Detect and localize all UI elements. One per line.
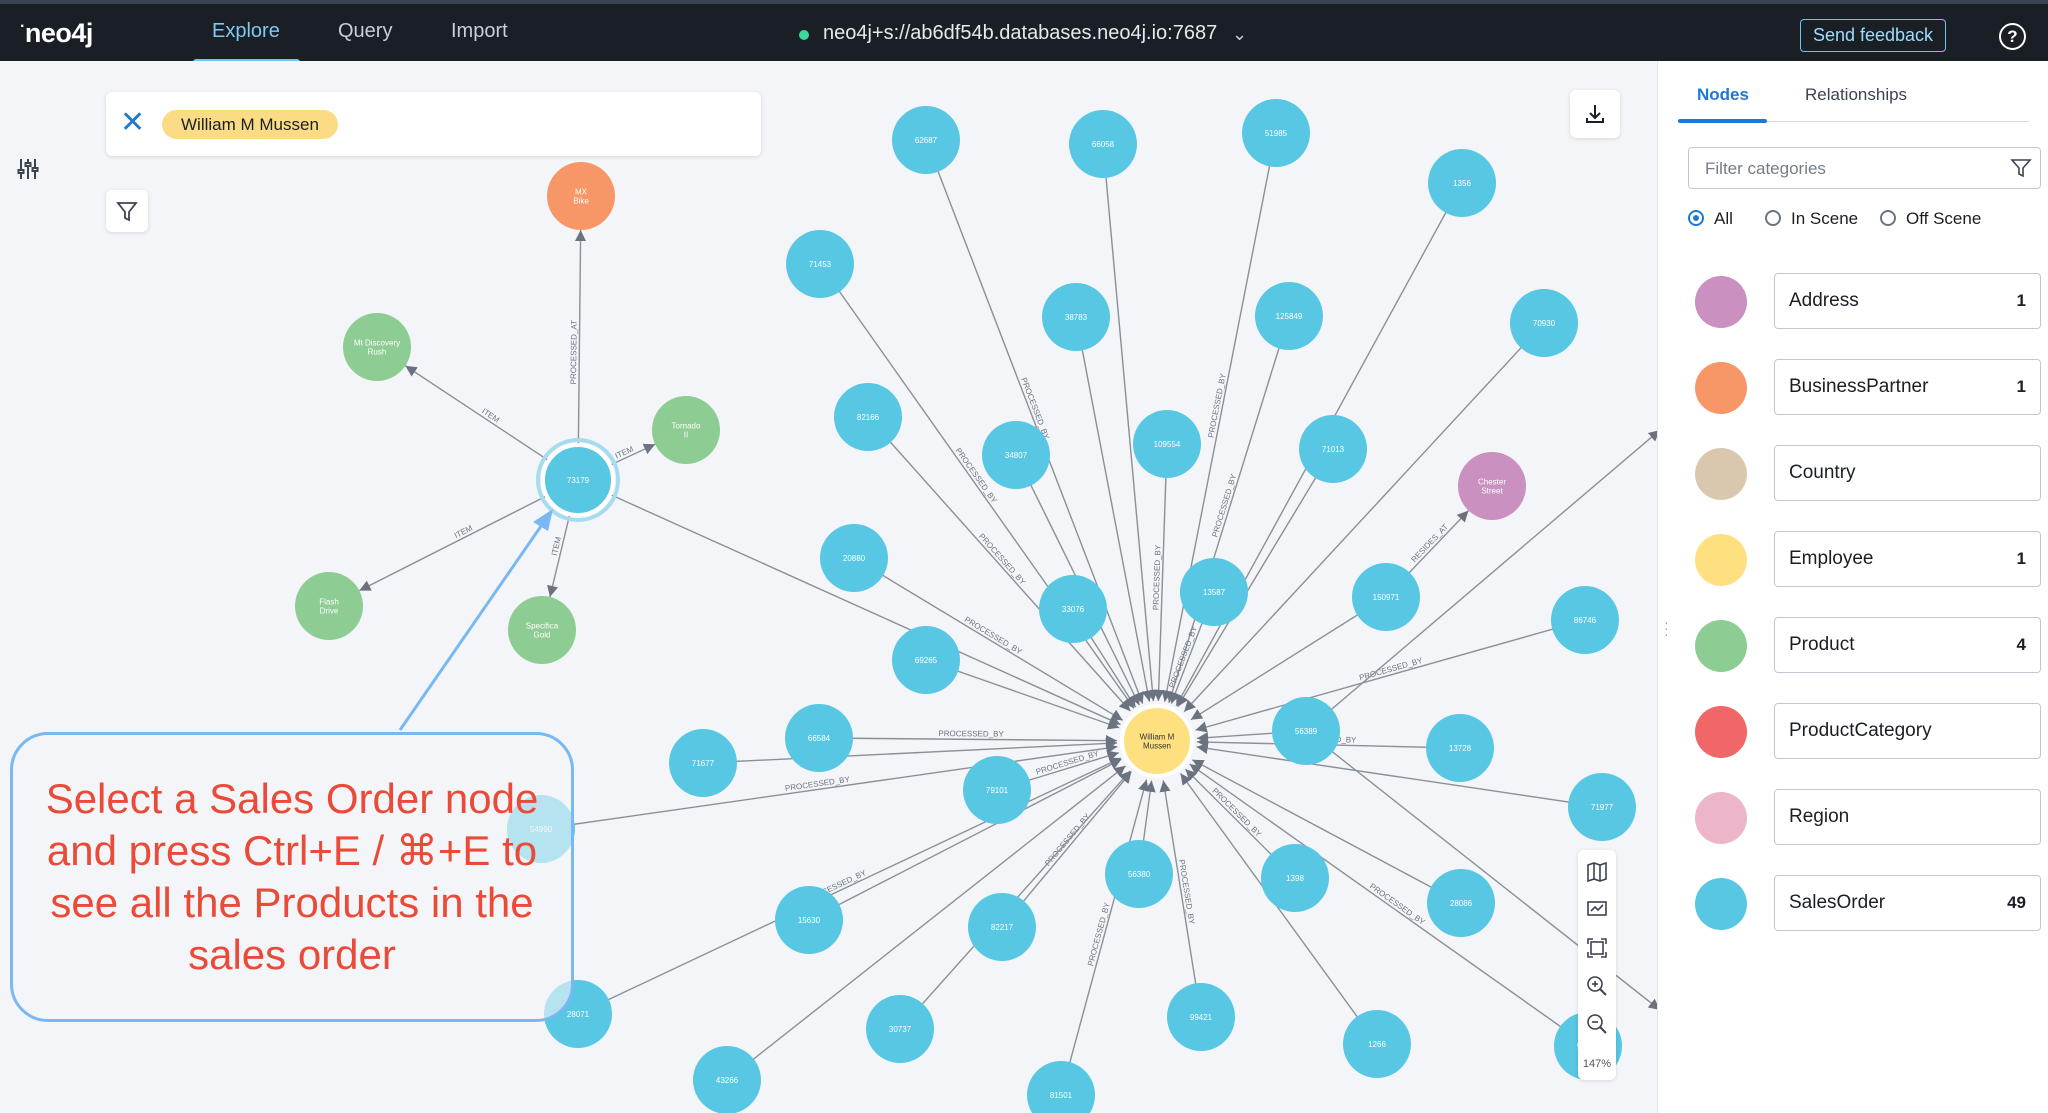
radio-label: Off Scene xyxy=(1906,209,1982,228)
category-color-swatch[interactable] xyxy=(1695,706,1747,758)
category-name: SalesOrder xyxy=(1789,892,1886,913)
filter-categories-field[interactable] xyxy=(1688,147,2041,189)
category-color-swatch[interactable] xyxy=(1695,792,1747,844)
category-row-productcategory[interactable]: ProductCategory xyxy=(1695,703,2041,759)
radio-label: All xyxy=(1714,209,1733,228)
category-count: 4 xyxy=(2016,635,2026,654)
category-box[interactable]: Product 4 xyxy=(1774,617,2041,673)
category-color-swatch[interactable] xyxy=(1695,362,1747,414)
callout-line: and press Ctrl+E / ⌘+E to xyxy=(46,827,538,874)
category-color-swatch[interactable] xyxy=(1695,276,1747,328)
category-name: Product xyxy=(1789,634,1855,655)
category-row-employee[interactable]: Employee 1 xyxy=(1695,531,2041,587)
category-count: 49 xyxy=(2007,893,2026,912)
radio-indicator[interactable] xyxy=(1688,210,1704,226)
radio-indicator[interactable] xyxy=(1765,210,1781,226)
category-row-product[interactable]: Product 4 xyxy=(1695,617,2041,673)
categories-panel: Nodes Relationships All In Scene Off Sce… xyxy=(1657,61,2048,1113)
category-box[interactable]: ProductCategory xyxy=(1774,703,2041,759)
category-box[interactable]: BusinessPartner 1 xyxy=(1774,359,2041,415)
category-row-country[interactable]: Country xyxy=(1695,445,2041,501)
category-row-address[interactable]: Address 1 xyxy=(1695,273,2041,329)
active-tab-indicator xyxy=(1678,119,1767,123)
category-box[interactable]: Employee 1 xyxy=(1774,531,2041,587)
radio-indicator[interactable] xyxy=(1880,210,1896,226)
category-name: Region xyxy=(1789,806,1850,827)
category-name: ProductCategory xyxy=(1789,720,1932,741)
callout-line: sales order xyxy=(188,931,396,978)
help-icon[interactable]: ? xyxy=(1999,23,2026,50)
callout-line: Select a Sales Order node xyxy=(45,775,539,822)
category-color-swatch[interactable] xyxy=(1695,448,1747,500)
resize-handle[interactable]: · · · xyxy=(1664,615,1669,641)
tab-relationships[interactable]: Relationships xyxy=(1805,85,1907,105)
category-box[interactable]: Region xyxy=(1774,789,2041,845)
category-name: Employee xyxy=(1789,548,1874,569)
callout-annotation: Select a Sales Order node and press Ctrl… xyxy=(10,732,574,1022)
category-row-businesspartner[interactable]: BusinessPartner 1 xyxy=(1695,359,2041,415)
category-name: BusinessPartner xyxy=(1789,376,1929,397)
tab-nodes[interactable]: Nodes xyxy=(1697,85,1749,105)
category-row-region[interactable]: Region xyxy=(1695,789,2041,845)
callout-line: see all the Products in the xyxy=(50,879,534,926)
radio-label: In Scene xyxy=(1791,209,1859,228)
category-name: Address xyxy=(1789,290,1859,311)
category-row-salesorder[interactable]: SalesOrder 49 xyxy=(1695,875,2041,931)
filter-icon[interactable] xyxy=(2010,157,2032,179)
send-feedback-button[interactable]: Send feedback xyxy=(1800,19,1946,52)
category-name: Country xyxy=(1789,462,1856,483)
category-box[interactable]: Address 1 xyxy=(1774,273,2041,329)
category-count: 1 xyxy=(2016,549,2026,568)
callout-text: Select a Sales Order node and press Ctrl… xyxy=(13,773,571,981)
category-color-swatch[interactable] xyxy=(1695,534,1747,586)
category-box[interactable]: Country xyxy=(1774,445,2041,501)
category-color-swatch[interactable] xyxy=(1695,620,1747,672)
category-count: 1 xyxy=(2016,377,2026,396)
category-count: 1 xyxy=(2016,291,2026,310)
category-box[interactable]: SalesOrder 49 xyxy=(1774,875,2041,931)
category-color-swatch[interactable] xyxy=(1695,878,1747,930)
filter-categories-input[interactable] xyxy=(1703,158,2007,180)
